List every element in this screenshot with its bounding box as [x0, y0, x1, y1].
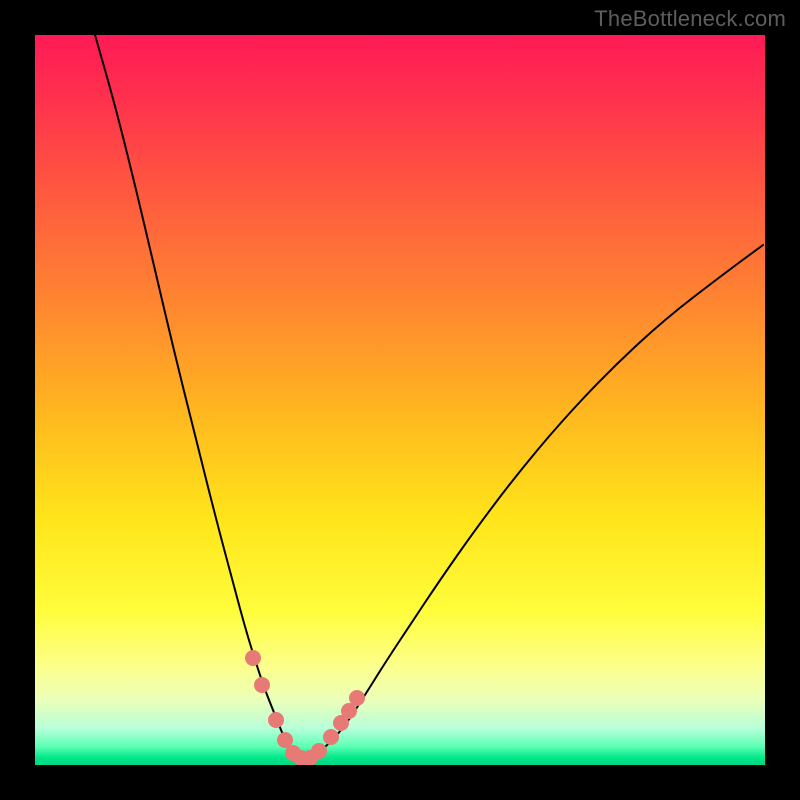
marker-dot [268, 712, 284, 728]
plot-area [35, 35, 765, 765]
curve-svg [35, 35, 765, 765]
marker-dot [245, 650, 261, 666]
watermark-text: TheBottleneck.com [594, 6, 786, 32]
marker-dot [349, 690, 365, 706]
marker-dot [323, 729, 339, 745]
chart-frame: TheBottleneck.com [0, 0, 800, 800]
marker-dot [311, 743, 327, 759]
optimal-zone-markers [245, 650, 365, 765]
marker-dot [254, 677, 270, 693]
bottleneck-curve [95, 35, 763, 758]
